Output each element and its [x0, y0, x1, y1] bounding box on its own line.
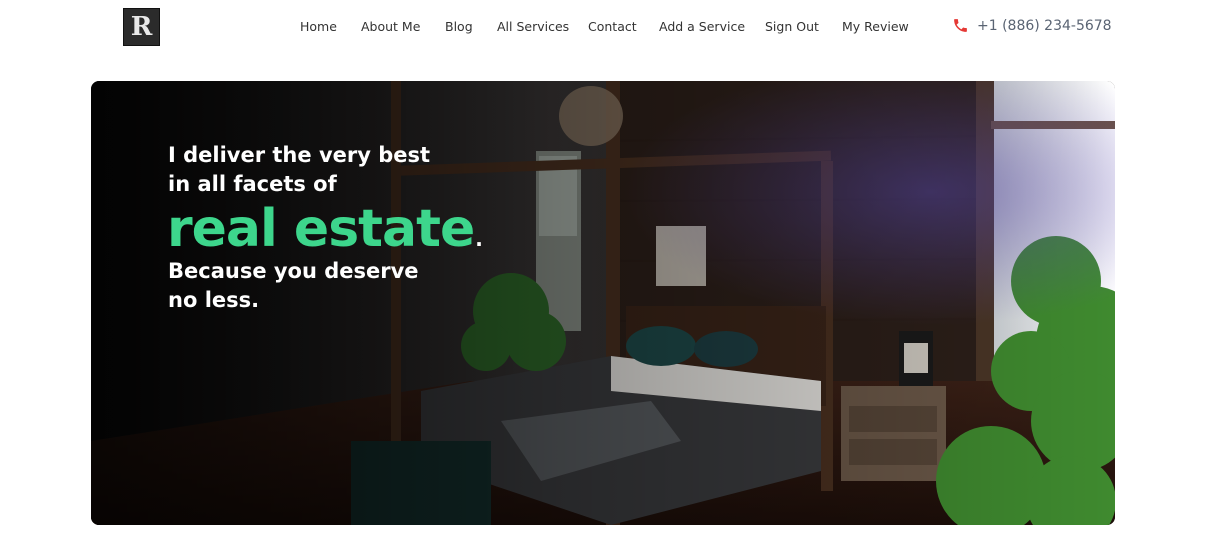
nav-my-review[interactable]: My Review [842, 19, 909, 34]
hero-line-4: no less. [168, 288, 260, 312]
nav-sign-out[interactable]: Sign Out [765, 19, 819, 34]
nav-all-services[interactable]: All Services [497, 19, 569, 34]
phone-contact[interactable]: +1 (886) 234-5678 [952, 17, 1112, 34]
phone-number: +1 (886) 234-5678 [977, 17, 1112, 34]
phone-icon [954, 19, 967, 32]
hero-period: . [475, 227, 483, 251]
hero-line-1: I deliver the very best [168, 143, 431, 167]
nav-home[interactable]: Home [300, 19, 337, 34]
hero-highlight: real estate [167, 199, 475, 259]
hero-banner: I deliver the very best in all facets of… [91, 81, 1115, 525]
site-logo[interactable]: R [123, 8, 160, 46]
nav-about-me[interactable]: About Me [361, 19, 420, 34]
hero-headline: I deliver the very best in all facets of… [167, 141, 483, 315]
logo-letter: R [130, 12, 153, 42]
nav-contact[interactable]: Contact [588, 19, 637, 34]
hero-highlight-row: real estate. [167, 201, 483, 257]
nav-add-a-service[interactable]: Add a Service [659, 19, 745, 34]
nav-blog[interactable]: Blog [445, 19, 473, 34]
hero-line-3: Because you deserve [168, 259, 419, 283]
hero-line-2: in all facets of [168, 172, 337, 196]
